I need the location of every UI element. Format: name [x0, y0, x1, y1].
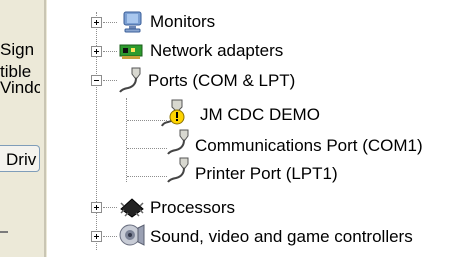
tree-item-processors[interactable]: Processors: [150, 196, 235, 220]
tree-item-jm-cdc-demo[interactable]: JM CDC DEMO: [200, 103, 320, 127]
expand-network-adapters-toggle[interactable]: [91, 46, 102, 57]
tree-line: [103, 236, 117, 238]
tree-item-label: Sound, video and game controllers: [150, 227, 413, 246]
tree-item-label: Processors: [150, 198, 236, 217]
collapse-ports-toggle[interactable]: [91, 75, 102, 86]
tree-item-communications-port[interactable]: Communications Port (COM1): [195, 134, 423, 158]
tree-item-label: Communications Port (COM1): [195, 136, 423, 155]
device-tree: Monitors Network adapters Ports (COM & L…: [0, 0, 475, 257]
processor-icon: [118, 195, 146, 224]
tree-item-label: Network adapters: [150, 41, 284, 60]
tree-line: [103, 22, 117, 24]
tree-line: [103, 51, 117, 53]
tree-line: [126, 98, 128, 182]
tree-item-label: JM CDC DEMO: [200, 105, 320, 124]
tree-line: [103, 80, 117, 82]
network-adapter-icon: [118, 40, 146, 67]
tree-item-label: Ports (COM & LPT): [148, 71, 296, 90]
tree-line: [127, 148, 167, 150]
tree-item-sound-video-game[interactable]: Sound, video and game controllers: [150, 225, 413, 249]
monitor-icon: [120, 10, 146, 39]
port-connector-icon: [166, 156, 192, 189]
speaker-icon: [118, 222, 146, 253]
port-connector-icon: [118, 66, 144, 99]
tree-item-printer-port[interactable]: Printer Port (LPT1): [195, 162, 338, 186]
tree-item-label: Monitors: [150, 12, 216, 31]
expand-processors-toggle[interactable]: [91, 202, 102, 213]
tree-item-ports[interactable]: Ports (COM & LPT): [148, 69, 295, 93]
tree-line: [127, 176, 167, 178]
tree-item-monitors[interactable]: Monitors: [150, 10, 215, 34]
tree-item-network-adapters[interactable]: Network adapters: [150, 39, 283, 63]
expand-sound-video-toggle[interactable]: [91, 231, 102, 242]
tree-line: [103, 207, 117, 209]
tree-item-label: Printer Port (LPT1): [195, 164, 338, 183]
expand-monitors-toggle[interactable]: [91, 17, 102, 28]
